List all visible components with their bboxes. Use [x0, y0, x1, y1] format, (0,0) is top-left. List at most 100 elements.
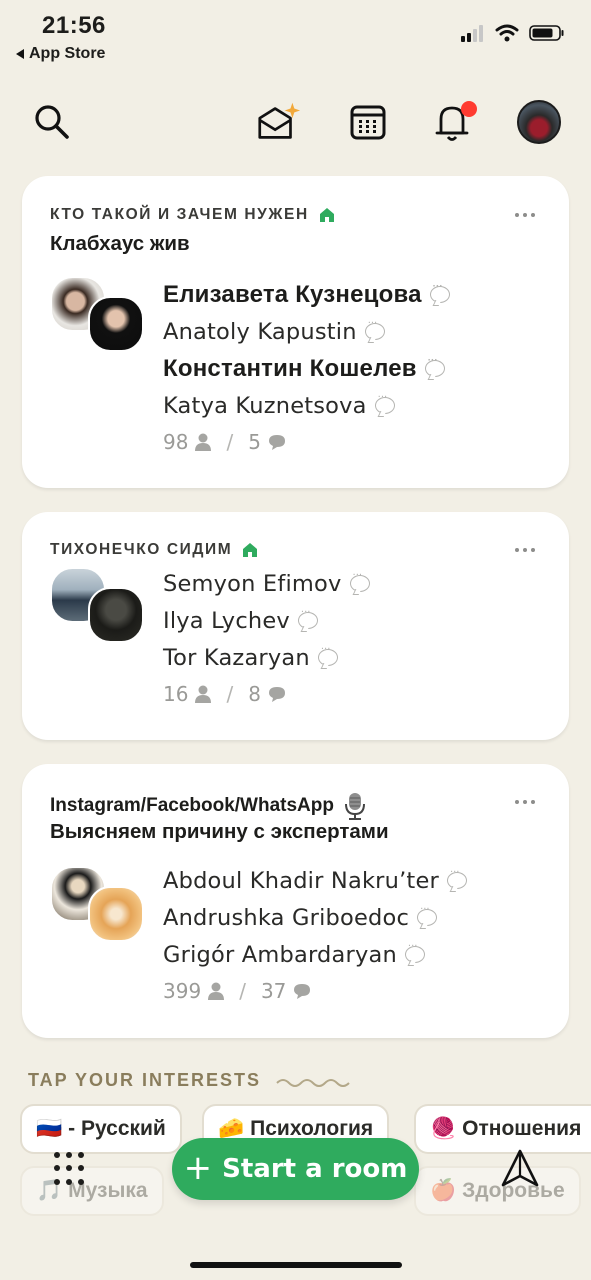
club-label: Instagram/Facebook/WhatsApp — [50, 795, 334, 816]
speaker-item[interactable]: Tor Kazaryan — [163, 639, 370, 676]
room-stats: 16 / 8 — [163, 682, 370, 706]
chip-label: Отношения — [462, 1117, 582, 1140]
search-icon — [35, 105, 69, 139]
house-icon — [319, 208, 334, 222]
speaker-item[interactable]: Ilya Lychev — [163, 602, 370, 639]
club-label: КТО ТАКОЙ И ЗАЧЕМ НУЖЕН — [50, 206, 309, 223]
speaker-name: Abdoul Khadir Nakru’ter — [163, 867, 439, 894]
signal-icon — [461, 25, 483, 42]
speaker-item[interactable]: Katya Kuznetsova — [163, 387, 450, 424]
speaker-item[interactable]: Константин Кошелев — [163, 350, 450, 387]
speaker-item[interactable]: Елизавета Кузнецова — [163, 276, 450, 313]
chat-bubble-icon — [364, 318, 385, 340]
more-dots-icon[interactable] — [515, 800, 539, 804]
interest-chip[interactable]: 🍎 Здоровье — [414, 1166, 581, 1216]
speaker-name: Semyon Efimov — [163, 570, 342, 597]
room-title: Клабхаус жив — [50, 232, 190, 255]
speaker-avatars — [50, 276, 150, 360]
divider: / — [226, 682, 234, 706]
speaker-name: Andrushka Griboedoc — [163, 904, 410, 931]
speaker-avatars — [50, 866, 150, 950]
speaker-name: Tor Kazaryan — [163, 644, 310, 671]
interests-header: TAP YOUR INTERESTS — [28, 1070, 353, 1091]
interest-chip[interactable]: 🧶 Отношения — [414, 1104, 591, 1154]
house-icon — [243, 543, 258, 557]
battery-icon — [529, 25, 564, 41]
person-icon — [208, 982, 225, 1000]
speaker-item[interactable]: Grigór Ambardaryan — [163, 936, 467, 973]
top-navigation — [0, 96, 591, 152]
system-icons — [461, 24, 565, 42]
start-room-button[interactable]: + Start a room — [172, 1138, 419, 1200]
paper-plane-icon[interactable] — [500, 1148, 540, 1190]
chat-bubble-icon — [404, 941, 425, 963]
speaker-list: Abdoul Khadir Nakru’ter Andrushka Griboe… — [163, 862, 467, 1003]
divider: / — [226, 430, 234, 454]
room-stats: 98 / 5 — [163, 430, 450, 454]
speaker-name: Grigór Ambardaryan — [163, 941, 397, 968]
chat-icon — [294, 983, 311, 999]
grid-dots-button[interactable] — [54, 1152, 88, 1186]
speaker-name: Anatoly Kapustin — [163, 318, 357, 345]
club-name: Instagram/Facebook/WhatsApp — [50, 792, 366, 820]
speaker-count: 5 — [248, 430, 261, 454]
yarn-icon: 🧶 — [430, 1117, 457, 1140]
speaker-name: Елизавета Кузнецова — [163, 280, 422, 308]
speaker-list: Елизавета Кузнецова Anatoly Kapustin Кон… — [163, 276, 450, 454]
speaker-list: Semyon Efimov Ilya Lychev Tor Kazaryan 1… — [163, 565, 370, 706]
start-room-label: Start a room — [222, 1154, 408, 1184]
notifications-button[interactable] — [430, 96, 478, 148]
interest-chip[interactable]: 🎵 Музыка — [20, 1166, 164, 1216]
person-icon — [195, 685, 212, 703]
speaker-name: Katya Kuznetsova — [163, 392, 367, 419]
avatar — [88, 296, 144, 352]
room-stats: 399 / 37 — [163, 979, 467, 1003]
back-triangle-icon — [16, 49, 24, 59]
chat-bubble-icon — [374, 392, 395, 414]
listener-count: 98 — [163, 430, 189, 454]
wifi-icon — [495, 24, 519, 42]
more-dots-icon[interactable] — [515, 213, 539, 217]
speaker-count: 37 — [260, 979, 287, 1003]
squiggle-icon — [276, 1078, 350, 1087]
room-card[interactable]: Instagram/Facebook/WhatsApp Выясняем при… — [22, 764, 569, 1038]
speaker-item[interactable]: Abdoul Khadir Nakru’ter — [163, 862, 467, 899]
interests-title: TAP YOUR INTERESTS — [28, 1070, 262, 1090]
chat-icon — [268, 686, 285, 702]
speaker-name: Ilya Lychev — [163, 607, 290, 634]
home-indicator — [190, 1262, 402, 1268]
speaker-name: Константин Кошелев — [163, 354, 417, 382]
search-button[interactable] — [28, 96, 76, 148]
back-to-app-link[interactable]: App Store — [16, 45, 105, 63]
back-app-label: App Store — [29, 45, 106, 62]
chat-bubble-icon — [297, 607, 318, 629]
interest-chip[interactable]: 🇷🇺 - Русский — [20, 1104, 182, 1154]
chat-icon — [268, 434, 285, 450]
listener-count: 16 — [163, 682, 189, 706]
chat-bubble-icon — [429, 281, 450, 303]
apple-icon: 🍎 — [430, 1179, 457, 1202]
speaker-avatars — [50, 567, 150, 651]
chat-bubble-icon — [317, 644, 338, 666]
status-bar: 21:56 App Store — [0, 0, 591, 72]
listener-count: 399 — [163, 979, 202, 1003]
room-card[interactable]: ТИХОНЕЧКО СИДИМ Semyon Efimov Ilya Lyche… — [22, 512, 569, 740]
speaker-count: 8 — [248, 682, 261, 706]
invites-button[interactable] — [254, 96, 302, 148]
speaker-item[interactable]: Semyon Efimov — [163, 565, 370, 602]
speaker-item[interactable]: Anatoly Kapustin — [163, 313, 450, 350]
club-name: ТИХОНЕЧКО СИДИМ — [50, 541, 258, 559]
calendar-icon — [350, 105, 386, 140]
profile-avatar[interactable] — [517, 100, 561, 144]
status-time: 21:56 — [42, 12, 106, 39]
chat-bubble-icon — [349, 570, 370, 592]
calendar-button[interactable] — [344, 96, 392, 148]
more-dots-icon[interactable] — [515, 548, 539, 552]
chip-label: - Русский — [68, 1117, 166, 1140]
avatar — [88, 886, 144, 942]
divider: / — [239, 979, 246, 1003]
speaker-item[interactable]: Andrushka Griboedoc — [163, 899, 467, 936]
room-card[interactable]: КТО ТАКОЙ И ЗАЧЕМ НУЖЕН Клабхаус жив Ели… — [22, 176, 569, 488]
chat-bubble-icon — [424, 355, 445, 377]
microphone-icon — [345, 793, 365, 820]
